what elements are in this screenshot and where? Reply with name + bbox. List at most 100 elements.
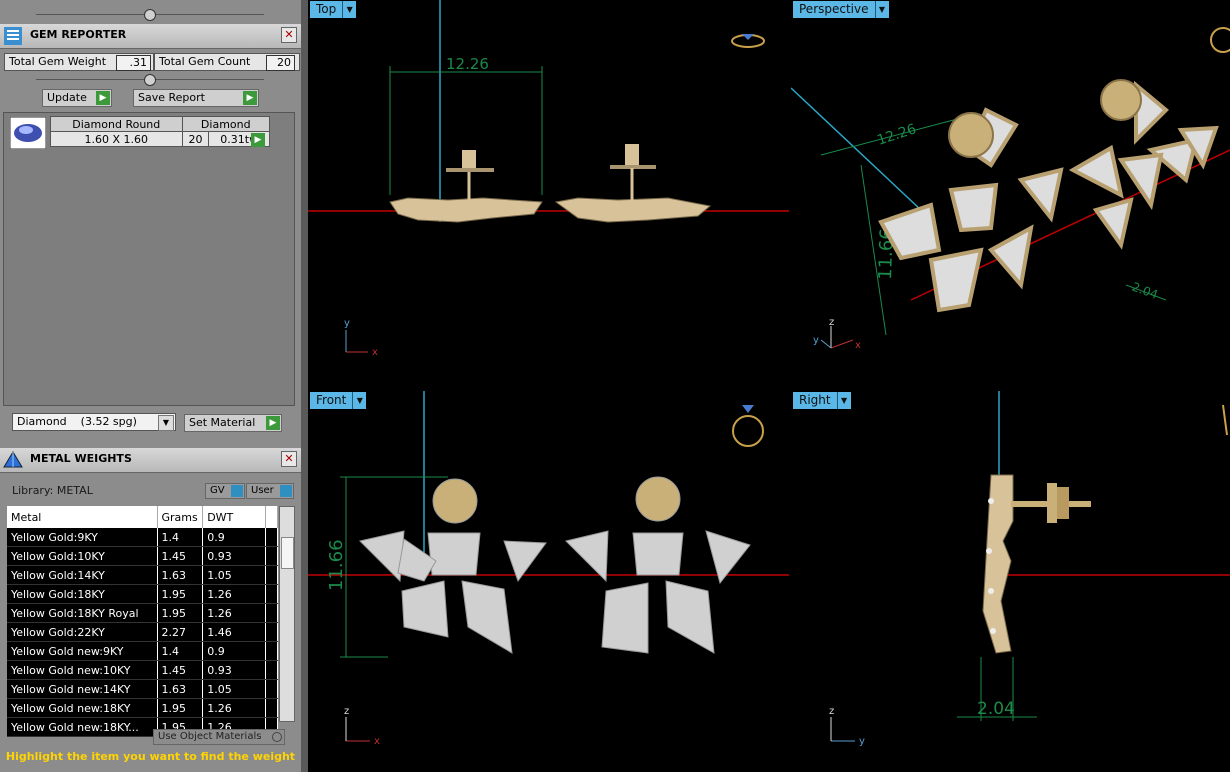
- table-row[interactable]: Yellow Gold:10KY 1.45 0.93: [7, 546, 278, 566]
- metal-table-scrollbar[interactable]: [279, 506, 295, 722]
- metal-table: Metal Grams DWT Yellow Gold:9KY 1.4 0.9 Yel…: [7, 506, 278, 737]
- chevron-down-icon[interactable]: ▼: [352, 392, 367, 409]
- table-row[interactable]: Yellow Gold new:9KY 1.4 0.9: [7, 641, 278, 661]
- metal-name-cell: Yellow Gold:14KY: [7, 565, 158, 585]
- chevron-down-icon[interactable]: ▼: [836, 392, 851, 409]
- table-row[interactable]: Yellow Gold:9KY 1.4 0.9: [7, 528, 278, 547]
- close-icon[interactable]: ✕: [281, 27, 297, 43]
- column-header-grams[interactable]: Grams: [157, 506, 204, 528]
- viewport-tab-top[interactable]: Top ▼: [310, 1, 357, 18]
- column-header-dwt[interactable]: DWT: [202, 506, 267, 528]
- perspective-dimension-c: 2.04: [1130, 280, 1160, 302]
- row-pad-cell: [265, 603, 278, 623]
- user-toggle[interactable]: User: [246, 483, 294, 499]
- earring-left-top: [389, 150, 543, 223]
- viewport-tab-perspective[interactable]: Perspective ▼: [793, 1, 889, 18]
- material-select-value: Diamond (3.52 spg): [17, 415, 137, 428]
- table-row[interactable]: Yellow Gold:14KY 1.63 1.05: [7, 565, 278, 585]
- table-row[interactable]: Yellow Gold new:14KY 1.63 1.05: [7, 679, 278, 699]
- row-pad-cell: [265, 660, 278, 680]
- row-pad-cell: [265, 679, 278, 699]
- earring-right-front: [565, 476, 751, 654]
- hint-text: Highlight the item you want to find the …: [5, 750, 296, 763]
- table-row[interactable]: Yellow Gold new:18KY 1.95 1.26: [7, 698, 278, 718]
- row-pad-cell: [265, 546, 278, 566]
- material-select[interactable]: Diamond (3.52 spg) ▼: [12, 413, 176, 431]
- ring-icon[interactable]: [731, 34, 765, 48]
- ring-icon[interactable]: [1210, 27, 1230, 53]
- earring-left-perspective: [878, 107, 1064, 313]
- viewport-label: Top: [316, 2, 337, 16]
- row-pad-cell: [265, 698, 278, 718]
- table-row[interactable]: Yellow Gold:18KY Royal 1.95 1.26: [7, 603, 278, 623]
- front-view-canvas: 11.66 xz: [308, 391, 789, 747]
- viewport-tab-front[interactable]: Front ▼: [310, 392, 367, 409]
- dwt-cell: 1.26: [202, 584, 267, 604]
- collapse-knob[interactable]: [144, 9, 156, 21]
- perspective-view-canvas: 12.26 11.66 2.04 xzy: [791, 27, 1230, 351]
- earring-side-right: [982, 474, 1091, 654]
- table-row[interactable]: Yellow Gold new:10KY 1.45 0.93: [7, 660, 278, 680]
- scroll-thumb[interactable]: [281, 537, 294, 569]
- close-icon[interactable]: ✕: [281, 451, 297, 467]
- dwt-cell: 1.26: [202, 603, 267, 623]
- diamond-thumbnail-icon[interactable]: [10, 117, 46, 149]
- dwt-cell: 1.46: [202, 622, 267, 642]
- set-material-label: Set Material: [189, 416, 256, 429]
- viewport-front[interactable]: 11.66 xz Front ▼: [308, 391, 789, 772]
- dwt-cell: 0.9: [202, 528, 267, 547]
- dimension-lines: [389, 66, 543, 195]
- viewport-top[interactable]: 12.26 xy Top ▼: [308, 0, 789, 388]
- chevron-down-icon[interactable]: ▼: [342, 1, 357, 18]
- svg-text:z: z: [829, 706, 834, 717]
- grams-cell: 1.95: [157, 603, 204, 623]
- table-row[interactable]: Yellow Gold:22KY 2.27 1.46: [7, 622, 278, 642]
- viewport-tab-right[interactable]: Right ▼: [793, 392, 851, 409]
- grams-cell: 1.63: [157, 679, 204, 699]
- axis-gizmo: yz: [829, 706, 865, 747]
- viewport-right[interactable]: 2.04 yz Right ▼: [791, 391, 1230, 772]
- axis-gizmo: xy: [344, 318, 378, 358]
- gem-list: Diamond Round Diamond 1.60 X 1.60 20 0.3…: [3, 112, 295, 406]
- gem-count: 20: [181, 131, 210, 147]
- save-report-label: Save Report: [138, 91, 205, 104]
- metal-name-cell: Yellow Gold new:18KY: [7, 698, 158, 718]
- row-pad-cell: [265, 565, 278, 585]
- gem-shape: Diamond Round: [50, 116, 183, 132]
- right-view-canvas: 2.04 yz: [829, 391, 1230, 747]
- viewport-label: Perspective: [799, 2, 869, 16]
- play-icon[interactable]: ▶: [251, 133, 265, 147]
- update-button[interactable]: Update ▶: [42, 89, 112, 107]
- row-pad-cell: [265, 584, 278, 604]
- toggle-icon: [280, 485, 292, 497]
- chevron-down-icon[interactable]: ▼: [874, 1, 889, 18]
- collapse-knob[interactable]: [144, 74, 156, 86]
- play-icon: ▶: [243, 91, 257, 105]
- gem-row[interactable]: Diamond Round Diamond 1.60 X 1.60 20 0.3…: [50, 116, 271, 147]
- chevron-down-icon: ▼: [158, 415, 174, 431]
- ring-icon[interactable]: [732, 405, 764, 447]
- use-object-materials-toggle[interactable]: Use Object Materials: [153, 729, 285, 745]
- metal-name-cell: Yellow Gold:10KY: [7, 546, 158, 566]
- gem-reporter-icon: [4, 27, 22, 45]
- svg-text:z: z: [829, 317, 834, 328]
- gv-toggle[interactable]: GV: [205, 483, 245, 499]
- column-header-metal[interactable]: Metal: [7, 506, 158, 528]
- radio-icon: [272, 732, 282, 742]
- y-axis-line: [791, 87, 922, 211]
- total-gem-count-value: 20: [266, 55, 295, 71]
- grams-cell: 1.95: [157, 584, 204, 604]
- viewport-perspective[interactable]: 12.26 11.66 2.04 xzy Perspective ▼: [791, 0, 1230, 388]
- dwt-cell: 0.9: [202, 641, 267, 661]
- metal-name-cell: Yellow Gold:22KY: [7, 622, 158, 642]
- metal-name-cell: Yellow Gold new:10KY: [7, 660, 158, 680]
- metal-name-cell: Yellow Gold:18KY Royal: [7, 603, 158, 623]
- front-dimension-label: 11.66: [326, 539, 347, 591]
- dwt-cell: 1.05: [202, 679, 267, 699]
- save-report-button[interactable]: Save Report ▶: [133, 89, 259, 107]
- set-material-button[interactable]: Set Material ▶: [184, 414, 282, 432]
- table-row[interactable]: Yellow Gold:18KY 1.95 1.26: [7, 584, 278, 604]
- panel-splitter[interactable]: [301, 0, 308, 772]
- top-view-canvas: 12.26 xy: [308, 0, 789, 358]
- ring-icon[interactable]: [1222, 404, 1228, 436]
